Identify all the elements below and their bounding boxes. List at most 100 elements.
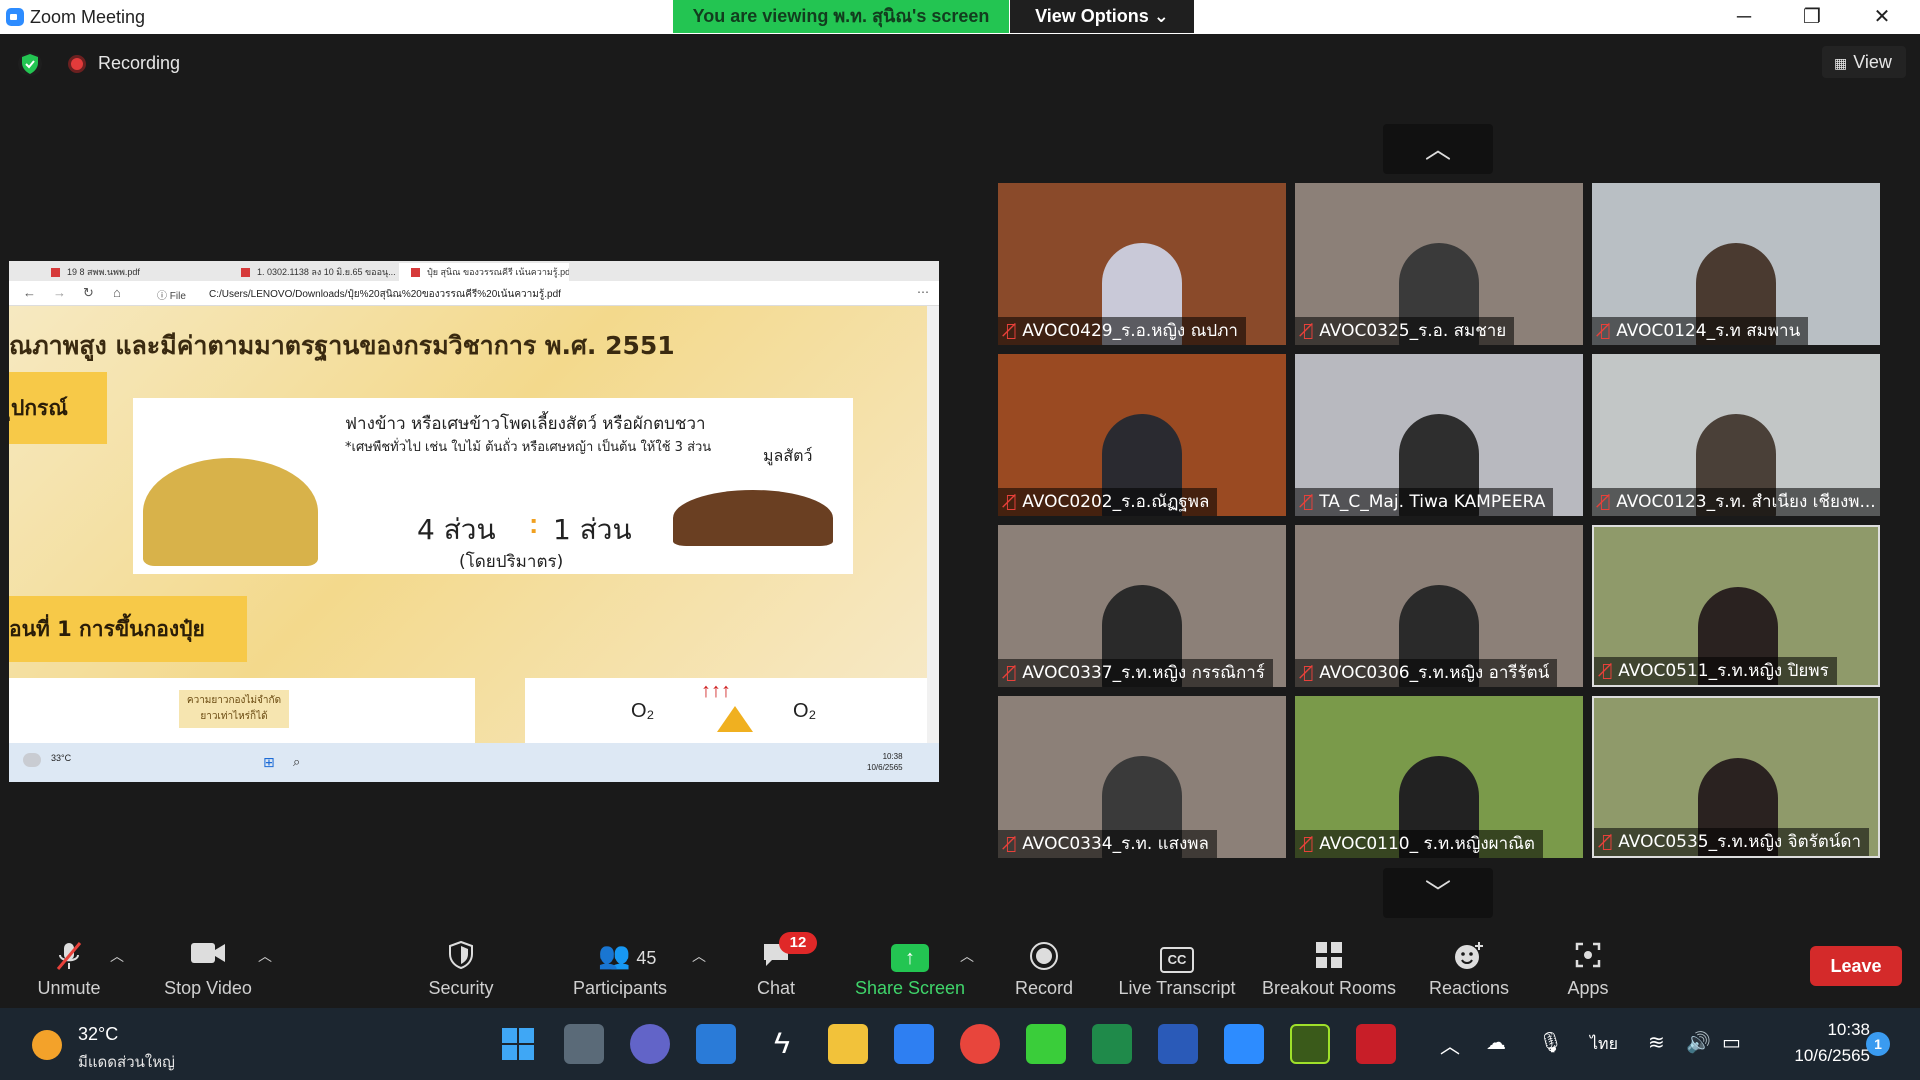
share-screen-button[interactable]: ↑ Share Screen xyxy=(850,920,970,1008)
forward-icon[interactable]: → xyxy=(53,285,66,300)
dreamweaver-icon[interactable] xyxy=(1290,1024,1330,1064)
windows-taskbar: 32°C มีแดดส่วนใหญ่ ϟ ︿ ☁ 🎙 ไทย ≋ 🔊 ▭ 10:… xyxy=(0,1008,1920,1080)
reload-icon[interactable]: ↻ xyxy=(83,285,94,301)
dropbox-icon[interactable] xyxy=(894,1024,934,1064)
browser-tab[interactable]: 1. 0302.1138 ลง 10 มิ.ย.65 ขออนุ... xyxy=(229,263,399,281)
video-options-caret-icon[interactable]: ︿ xyxy=(258,946,272,966)
participant-name: AVOC0306_ร.ท.หญิง อารีรัตน์ xyxy=(1319,663,1550,683)
more-icon[interactable]: ⋯ xyxy=(917,285,929,299)
close-button[interactable]: ✕ xyxy=(1852,0,1912,34)
muted-mic-icon: 🎙̸ xyxy=(1303,492,1314,512)
tray-overflow-icon[interactable]: ︿ xyxy=(1440,1030,1460,1059)
battery-icon[interactable]: ▭ xyxy=(1722,1030,1741,1055)
pdf-step-label: อนที่ 1 การขึ้นกองปุ๋ย xyxy=(9,596,247,662)
weather-description[interactable]: มีแดดส่วนใหญ่ xyxy=(78,1050,175,1074)
browser-tab-active[interactable]: ปุ๋ย สุนิณ ของวรรณคีรี เน้นความรู้.pdf xyxy=(399,263,569,281)
mail-icon[interactable] xyxy=(696,1024,736,1064)
participant-tile[interactable]: 🎙̸ AVOC0306_ร.ท.หญิง อารีรัตน์ xyxy=(1295,525,1583,687)
record-button[interactable]: Record xyxy=(1004,920,1084,1008)
window-title-bar: Zoom Meeting You are viewing พ.ท. สุนิณ'… xyxy=(0,0,1920,34)
microphone-icon[interactable]: 🎙 xyxy=(1538,1030,1563,1055)
stop-video-button[interactable]: Stop Video xyxy=(152,920,264,1008)
participant-tile[interactable]: 🎙̸ AVOC0124_ร.ท สมพาน xyxy=(1592,183,1880,345)
shared-taskbar-time: 10:38 xyxy=(882,752,903,761)
breakout-rooms-button[interactable]: Breakout Rooms xyxy=(1258,920,1400,1008)
gallery-page-up-button[interactable]: ︿ xyxy=(1383,124,1493,174)
browser-tab[interactable]: 19 8 สพพ.นพพ.pdf xyxy=(39,263,229,281)
up-arrows-icon: ↑↑↑ xyxy=(701,680,731,702)
shield-icon xyxy=(447,940,475,976)
viewing-screen-banner: You are viewing พ.ท. สุนิณ's screen xyxy=(673,0,1009,33)
participant-tile[interactable]: 🎙̸ AVOC0325_ร.อ. สมชาย xyxy=(1295,183,1583,345)
start-icon: ⊞ xyxy=(263,754,275,770)
wifi-icon[interactable]: ≋ xyxy=(1648,1030,1665,1055)
unmute-button[interactable]: Unmute xyxy=(20,920,118,1008)
participants-button[interactable]: 👥 45 Participants xyxy=(560,920,680,1008)
muted-mic-icon: 🎙̸ xyxy=(1602,661,1613,681)
clock-date[interactable]: 10/6/2565 xyxy=(1760,1046,1870,1066)
clock-time[interactable]: 10:38 xyxy=(1760,1020,1870,1040)
home-icon[interactable]: ⌂ xyxy=(113,285,121,300)
bolt-app-icon[interactable]: ϟ xyxy=(762,1024,802,1064)
minimize-button[interactable]: ─ xyxy=(1714,0,1774,34)
participant-nameplate: 🎙̸ AVOC0429_ร.อ.หญิง ณปภา xyxy=(998,317,1246,345)
apps-button[interactable]: Apps xyxy=(1548,920,1628,1008)
participant-tile[interactable]: 🎙̸ AVOC0110_ ร.ท.หญิงผาณิต xyxy=(1295,696,1583,858)
leave-button[interactable]: Leave xyxy=(1810,946,1902,986)
speaker-icon[interactable]: 🔊 xyxy=(1686,1030,1711,1055)
line-app-icon[interactable] xyxy=(1026,1024,1066,1064)
participant-tile[interactable]: 🎙̸ AVOC0334_ร.ท. แสงพล xyxy=(998,696,1286,858)
audio-options-caret-icon[interactable]: ︿ xyxy=(110,946,124,966)
recording-label: Recording xyxy=(98,53,181,73)
zoom-taskbar-icon[interactable] xyxy=(1224,1024,1264,1064)
reactions-button[interactable]: Reactions xyxy=(1420,920,1518,1008)
back-icon[interactable]: ← xyxy=(23,285,36,300)
participants-label: Participants xyxy=(572,978,668,998)
ratio-left: 4 ส่วน xyxy=(417,513,496,546)
teams-chat-icon[interactable] xyxy=(630,1024,670,1064)
participant-tile[interactable]: 🎙̸ AVOC0123_ร.ท. สำเนียง เชียงพ... xyxy=(1592,354,1880,516)
excel-icon[interactable] xyxy=(1092,1024,1132,1064)
start-button[interactable] xyxy=(498,1024,538,1064)
gallery-page-down-button[interactable]: ﹀ xyxy=(1383,868,1493,918)
cloud-icon[interactable]: ☁ xyxy=(1486,1030,1506,1055)
apps-label: Apps xyxy=(1567,978,1609,998)
view-options-button[interactable]: View Options ⌄ xyxy=(1010,0,1194,33)
muted-mic-icon: 🎙̸ xyxy=(1006,321,1017,341)
security-button[interactable]: Security xyxy=(414,920,508,1008)
participant-tile[interactable]: 🎙̸ AVOC0535_ร.ท.หญิง จิตรัตน์ดา xyxy=(1592,696,1880,858)
word-icon[interactable] xyxy=(1158,1024,1198,1064)
view-layout-button[interactable]: ▦ View xyxy=(1822,46,1906,78)
task-view-icon[interactable] xyxy=(564,1024,604,1064)
participant-tile[interactable]: 🎙̸ AVOC0429_ร.อ.หญิง ณปภา xyxy=(998,183,1286,345)
pdf-heading: ณภาพสูง และมีค่าตามมาตรฐานของกรมวิชาการ … xyxy=(9,331,675,360)
participant-tile[interactable]: 🎙̸ AVOC0511_ร.ท.หญิง ปิยพร xyxy=(1592,525,1880,687)
weather-sun-icon[interactable] xyxy=(32,1030,62,1060)
window-title: Zoom Meeting xyxy=(30,7,146,27)
live-transcript-button[interactable]: CC Live Transcript xyxy=(1112,920,1242,1008)
maximize-button[interactable]: ❐ xyxy=(1782,0,1842,34)
participant-tile[interactable]: 🎙̸ AVOC0202_ร.อ.ณัฏฐพล xyxy=(998,354,1286,516)
pdf-bottom-note: ความยาวกองไม่จำกัด ยาวเท่าไหร่ก็ได้ xyxy=(179,690,289,728)
security-shield-icon[interactable] xyxy=(18,52,42,76)
record-label: Record xyxy=(1014,978,1074,998)
participant-nameplate: 🎙̸ AVOC0306_ร.ท.หญิง อารีรัตน์ xyxy=(1295,659,1558,687)
address-url[interactable]: C:/Users/LENOVO/Downloads/ปุ๋ย%20สุนิณ%2… xyxy=(209,287,561,302)
participants-options-caret-icon[interactable]: ︿ xyxy=(692,946,706,966)
share-options-caret-icon[interactable]: ︿ xyxy=(960,946,974,966)
chat-label: Chat xyxy=(756,978,796,998)
participant-tile[interactable]: 🎙̸ AVOC0337_ร.ท.หญิง กรรณิการ์ xyxy=(998,525,1286,687)
mcafee-icon[interactable] xyxy=(1356,1024,1396,1064)
muted-mic-icon: 🎙̸ xyxy=(1602,832,1613,852)
file-explorer-icon[interactable] xyxy=(828,1024,868,1064)
participant-nameplate: 🎙̸ AVOC0124_ร.ท สมพาน xyxy=(1592,317,1809,345)
muted-mic-icon: 🎙̸ xyxy=(1303,321,1314,341)
notification-badge[interactable]: 1 xyxy=(1866,1032,1890,1056)
input-language[interactable]: ไทย xyxy=(1590,1032,1618,1057)
weather-temperature[interactable]: 32°C xyxy=(78,1024,118,1045)
chrome-icon[interactable] xyxy=(960,1024,1000,1064)
participants-icon: 👥 45 xyxy=(597,940,657,970)
pdf-scrollbar[interactable] xyxy=(927,306,939,743)
tab-label: ปุ๋ย สุนิณ ของวรรณคีรี เน้นความรู้.pdf xyxy=(427,267,569,277)
participant-tile[interactable]: 🎙̸ TA_C_Maj. Tiwa KAMPEERA xyxy=(1295,354,1583,516)
